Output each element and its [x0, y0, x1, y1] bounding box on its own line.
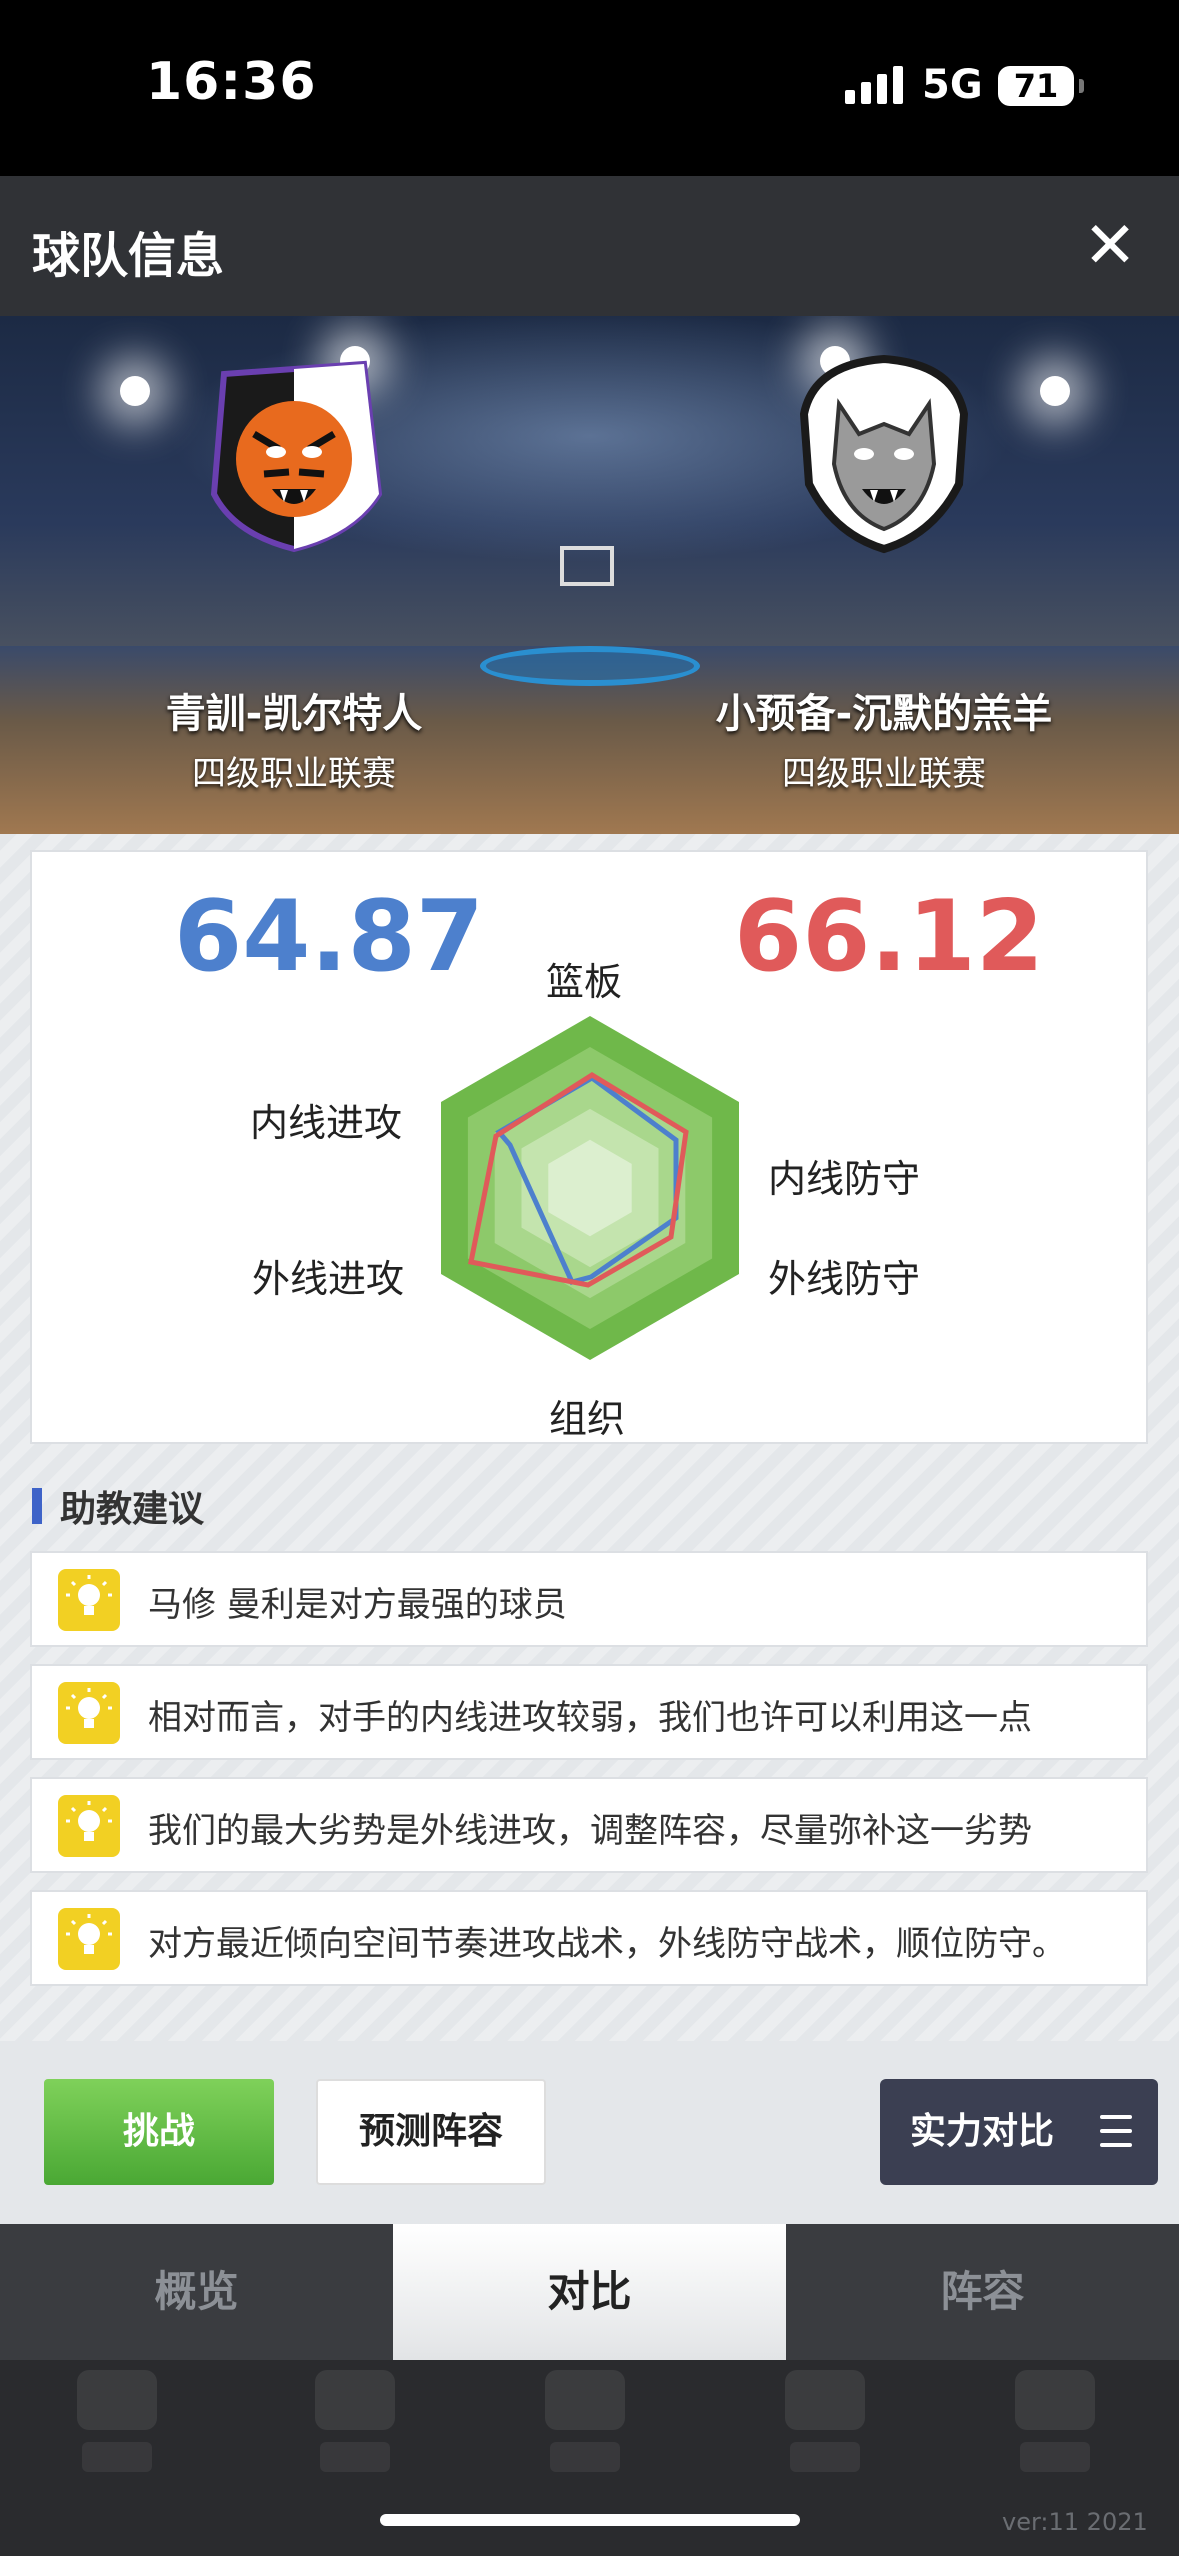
radar-axis-label: 篮板 — [546, 960, 623, 1004]
blurred-nav-icon — [1010, 2370, 1100, 2510]
tiger-logo-icon — [210, 360, 383, 553]
blurred-nav-icon — [780, 2370, 870, 2510]
blurred-nav-icon — [72, 2370, 162, 2510]
advice-item: 我们的最大劣势是外线进攻，调整阵容，尽量弥补这一劣势 — [30, 1777, 1148, 1873]
lightbulb-icon — [58, 1682, 120, 1744]
home-score: 64.87 — [174, 880, 484, 994]
lightbulb-icon — [58, 1908, 120, 1970]
close-icon[interactable]: ✕ — [1080, 214, 1140, 278]
radar-axis-label: 内线防守 — [768, 1157, 921, 1201]
advice-item: 马修 曼利是对方最强的球员 — [30, 1551, 1148, 1647]
radar-axis-label: 组织 — [549, 1397, 626, 1441]
basketball-hoop-icon — [560, 546, 614, 586]
home-team-league: 四级职业联赛 — [192, 754, 396, 794]
predict-lineup-button[interactable]: 预测阵容 — [316, 2079, 546, 2185]
away-team-league: 四级职业联赛 — [782, 754, 986, 794]
away-team-name: 小预备-沉默的羔羊 — [715, 691, 1053, 737]
advice-text: 马修 曼利是对方最强的球员 — [148, 1585, 567, 1625]
wolf-logo-icon — [799, 354, 969, 554]
lightbulb-icon — [58, 1795, 120, 1857]
tab-bar: 概览 对比 阵容 — [0, 2224, 1179, 2360]
advice-item: 相对而言，对手的内线进攻较弱，我们也许可以利用这一点 — [30, 1664, 1148, 1760]
lightbulb-icon — [58, 1569, 120, 1631]
tab-compare[interactable]: 对比 — [393, 2224, 786, 2360]
radar-axis-label: 外线防守 — [768, 1257, 921, 1301]
radar-axis-label: 外线进攻 — [252, 1257, 405, 1301]
home-indicator[interactable] — [380, 2514, 800, 2526]
tab-overview[interactable]: 概览 — [0, 2224, 393, 2360]
signal-icon — [845, 66, 903, 104]
challenge-button[interactable]: 挑战 — [44, 2079, 274, 2185]
advice-item: 对方最近倾向空间节奏进攻战术，外线防守战术，顺位防守。 — [30, 1890, 1148, 1986]
advice-text: 对方最近倾向空间节奏进攻战术，外线防守战术，顺位防守。 — [148, 1924, 1066, 1964]
menu-icon — [1100, 2115, 1132, 2147]
arena-light-icon — [1040, 376, 1070, 406]
network-label: 5G — [922, 62, 983, 108]
dialog-header: 球队信息 ✕ — [0, 176, 1179, 316]
tab-lineup[interactable]: 阵容 — [786, 2224, 1179, 2360]
home-team-name: 青訓-凯尔特人 — [165, 691, 423, 737]
advice-text: 相对而言，对手的内线进攻较弱，我们也许可以利用这一点 — [148, 1698, 1032, 1738]
battery-icon: 71 — [998, 66, 1084, 106]
advice-text: 我们的最大劣势是外线进攻，调整阵容，尽量弥补这一劣势 — [148, 1811, 1032, 1851]
court-circle — [480, 646, 700, 686]
advice-title: 助教建议 — [60, 1489, 205, 1530]
arena-light-icon — [120, 376, 150, 406]
strength-compare-button[interactable]: 实力对比 — [880, 2079, 1158, 2185]
blurred-nav-icon — [540, 2370, 630, 2510]
blurred-nav-icon — [310, 2370, 400, 2510]
matchup-banner: 青訓-凯尔特人 四级职业联赛 小预备-沉默的羔羊 四级职业联赛 — [0, 316, 1179, 834]
status-bar: 16:36 5G 71 — [0, 0, 1179, 176]
radar-axis-label: 内线进攻 — [250, 1101, 403, 1145]
dialog-title: 球队信息 — [32, 228, 225, 284]
away-score: 66.12 — [734, 880, 1044, 994]
status-time: 16:36 — [146, 52, 317, 112]
advice-header: 助教建议 — [32, 1486, 204, 1530]
strength-compare-label: 实力对比 — [910, 2111, 1055, 2152]
version-label: ver:11 2021 — [1002, 2508, 1148, 2536]
section-accent-bar — [32, 1488, 42, 1524]
